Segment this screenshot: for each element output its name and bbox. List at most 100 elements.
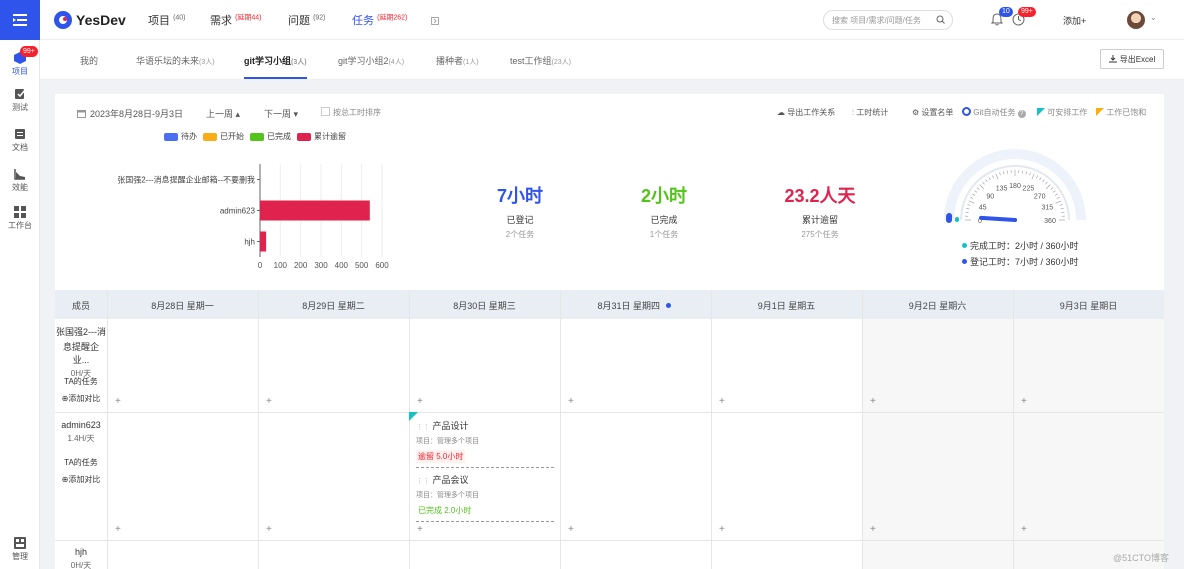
add-task-button[interactable]: + xyxy=(417,524,423,535)
tab-count: (4人) xyxy=(388,59,405,66)
task-divider xyxy=(416,521,554,522)
add-compare-label: 添加对比 xyxy=(68,475,101,484)
gauge-minor-tick xyxy=(999,172,1001,176)
add-task-button[interactable]: + xyxy=(115,396,121,407)
export-excel-label: 导出Excel xyxy=(1119,54,1156,64)
nav-issue[interactable]: 问题 (92) xyxy=(288,12,326,28)
add-task-button[interactable]: + xyxy=(870,524,876,535)
task-title: 产品设计 xyxy=(432,421,469,431)
sidebar-item-efficiency[interactable]: 效能 xyxy=(0,168,40,193)
grid-line xyxy=(258,290,259,569)
nav-count: (92) xyxy=(313,14,326,22)
add-task-button[interactable]: + xyxy=(870,396,876,407)
tab-test-group[interactable]: test工作组(23人) xyxy=(510,54,571,67)
nav-label: 项目 xyxy=(148,15,170,27)
nav-requirement[interactable]: 需求 (延期44) xyxy=(210,12,262,28)
add-task-button[interactable]: + xyxy=(568,524,574,535)
logo[interactable]: YesDev xyxy=(54,11,126,29)
avatar[interactable] xyxy=(1127,11,1145,29)
gauge-minor-tick xyxy=(968,200,975,204)
bar-累计逾留 xyxy=(260,200,370,221)
member-cell: admin623 1.4H/天 xyxy=(55,420,107,444)
add-compare-link[interactable]: ⊕添加对比 xyxy=(55,474,107,485)
row-divider xyxy=(55,412,1164,413)
sidebar-item-test[interactable]: 测试 xyxy=(0,88,40,113)
overdue-tasks-count: 275个任务 xyxy=(801,230,839,239)
hours-gauge: 04590135 180 225270315360 xyxy=(944,149,1086,225)
task-card[interactable]: ⋮⋮ 产品会议 项目：管理多个项目 已完成 2.0小时 xyxy=(416,473,554,522)
tab-git-group-2[interactable]: git学习小组2(4人) xyxy=(338,54,404,67)
sidebar-item-workbench[interactable]: 工作台 xyxy=(0,206,40,231)
x-tick-label: 200 xyxy=(294,261,308,270)
top-bar: YesDev 项目 (40) 需求 (延期44) 问题 (92) 任务 (延期2… xyxy=(40,0,1184,40)
tab-mine[interactable]: 我的 xyxy=(80,54,98,67)
member-hours: 1.4H/天 xyxy=(67,434,95,443)
help-icon: ? xyxy=(1017,110,1026,118)
tab-label: 华语乐坛的未来 xyxy=(136,56,200,66)
legend-item[interactable]: 待办 xyxy=(164,131,197,142)
legend-item[interactable]: 已完成 xyxy=(250,131,291,142)
gauge-minor-tick xyxy=(992,175,994,179)
member-name[interactable]: hjh xyxy=(55,547,107,557)
menu-icon[interactable] xyxy=(0,0,40,40)
tab-sower[interactable]: 播种者(1人) xyxy=(436,54,479,67)
member-tasks-link[interactable]: TA的任务 xyxy=(55,376,107,387)
add-task-button[interactable]: + xyxy=(719,396,725,407)
can-schedule-label: 可安排工作 xyxy=(1047,108,1088,117)
legend-swatch xyxy=(164,132,178,141)
sidebar-item-doc[interactable]: 文档 xyxy=(0,128,40,153)
add-task-button[interactable]: + xyxy=(1021,524,1027,535)
gauge-minor-tick xyxy=(985,179,988,183)
nav-task[interactable]: 任务 (延期262) xyxy=(352,12,407,28)
sort-by-hours-checkbox[interactable]: 按总工时排序 xyxy=(321,107,381,118)
drag-handle-icon[interactable]: ⋮⋮ xyxy=(416,424,430,431)
add-compare-link[interactable]: ⊕添加对比 xyxy=(55,393,107,404)
legend-label: 已开始 xyxy=(220,132,244,141)
tab-label: test工作组 xyxy=(510,56,552,66)
legend-item[interactable]: 累计逾留 xyxy=(297,131,346,142)
add-task-button[interactable]: + xyxy=(266,524,272,535)
efficiency-icon xyxy=(14,169,25,180)
tab-git-group[interactable]: git学习小组(3人) xyxy=(244,54,307,79)
export-relation-button[interactable]: ☁ 导出工作关系 xyxy=(777,107,835,118)
registered-hours-value: 7小时 xyxy=(496,186,543,206)
prev-week-button[interactable]: 上一周 ▴ xyxy=(206,107,240,120)
export-excel-button[interactable]: 导出Excel xyxy=(1100,49,1164,69)
gauge-minor-tick xyxy=(1045,181,1048,185)
tab-group-future[interactable]: 华语乐坛的未来(3人) xyxy=(136,54,215,67)
gauge-minor-tick xyxy=(1003,171,1005,175)
next-week-button[interactable]: 下一周 ▾ xyxy=(264,107,298,120)
member-name[interactable]: 张国强2---消 xyxy=(55,325,107,338)
add-task-button[interactable]: + xyxy=(1021,396,1027,407)
add-task-button[interactable]: + xyxy=(266,396,272,407)
tab-count: (1人) xyxy=(463,59,479,66)
add-task-button[interactable]: + xyxy=(719,524,725,535)
notification-badge: 10 xyxy=(999,7,1013,17)
test-icon xyxy=(15,89,26,99)
member-tasks-link[interactable]: TA的任务 xyxy=(55,457,107,468)
day-header: 9月1日 星期五 xyxy=(757,301,816,311)
add-task-button[interactable]: + xyxy=(417,396,423,407)
collapse-icon[interactable] xyxy=(431,17,439,25)
add-task-button[interactable]: + xyxy=(568,396,574,407)
add-button[interactable]: 添加+ xyxy=(1063,14,1086,27)
git-auto-task-toggle[interactable]: Git自动任务 ? xyxy=(962,107,1026,118)
drag-handle-icon[interactable]: ⋮⋮ xyxy=(416,478,430,485)
gauge-tick-label: 225 xyxy=(1023,186,1035,193)
set-list-button[interactable]: ⚙ 设置名单 xyxy=(912,107,953,118)
member-cell: hjh 0H/天 xyxy=(55,547,107,569)
sidebar-item-project[interactable]: 99+ 项目 xyxy=(0,46,40,77)
add-task-button[interactable]: + xyxy=(115,524,121,535)
x-tick-label: 100 xyxy=(274,261,288,270)
member-name[interactable]: admin623 xyxy=(55,420,107,430)
legend-item[interactable]: 已开始 xyxy=(203,131,244,142)
gauge-minor-tick xyxy=(970,197,974,199)
chevron-down-icon[interactable]: ⌄ xyxy=(1150,13,1157,22)
hours-stats-button[interactable]: ⫶ 工时统计 xyxy=(852,107,888,118)
nav-label: 问题 xyxy=(288,15,310,27)
nav-project[interactable]: 项目 (40) xyxy=(148,12,186,28)
task-card[interactable]: ⋮⋮ 产品设计 项目：管理多个项目 逾留 5.0小时 xyxy=(416,419,554,468)
search-input[interactable]: 搜索 项目/需求/问题/任务 xyxy=(823,10,953,30)
search-icon xyxy=(936,15,945,24)
sidebar-item-manage[interactable]: 管理 xyxy=(0,537,40,562)
